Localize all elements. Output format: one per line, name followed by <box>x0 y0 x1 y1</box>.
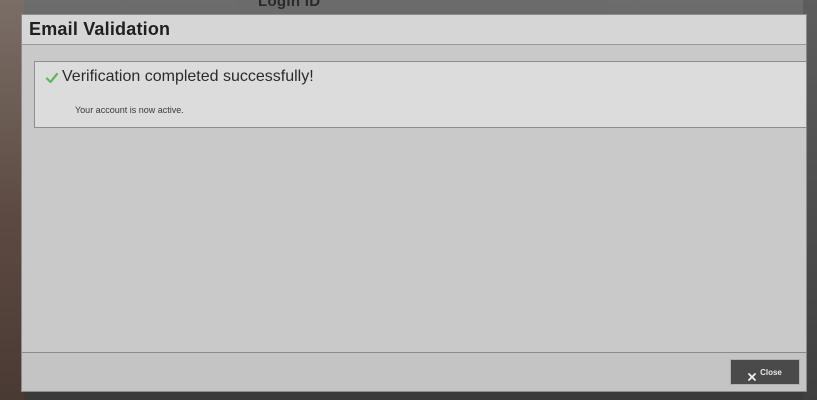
alert-message: Your account is now active. <box>75 105 184 115</box>
close-button[interactable]: Close <box>730 359 800 385</box>
check-icon <box>45 71 59 85</box>
background-login-label: Login ID <box>258 0 321 10</box>
close-icon <box>748 368 756 381</box>
dialog-body: Verification completed successfully! You… <box>22 45 807 352</box>
alert-title: Verification completed successfully! <box>62 68 314 85</box>
success-alert: Verification completed successfully! You… <box>34 61 807 128</box>
dialog-footer: Close <box>22 352 806 391</box>
dialog-title: Email Validation <box>29 19 171 39</box>
close-button-label: Close <box>760 367 782 377</box>
email-validation-dialog: Email Validation Verification completed … <box>21 14 807 392</box>
alert-title-row: Verification completed successfully! <box>45 68 314 86</box>
dialog-header: Email Validation <box>22 15 806 45</box>
